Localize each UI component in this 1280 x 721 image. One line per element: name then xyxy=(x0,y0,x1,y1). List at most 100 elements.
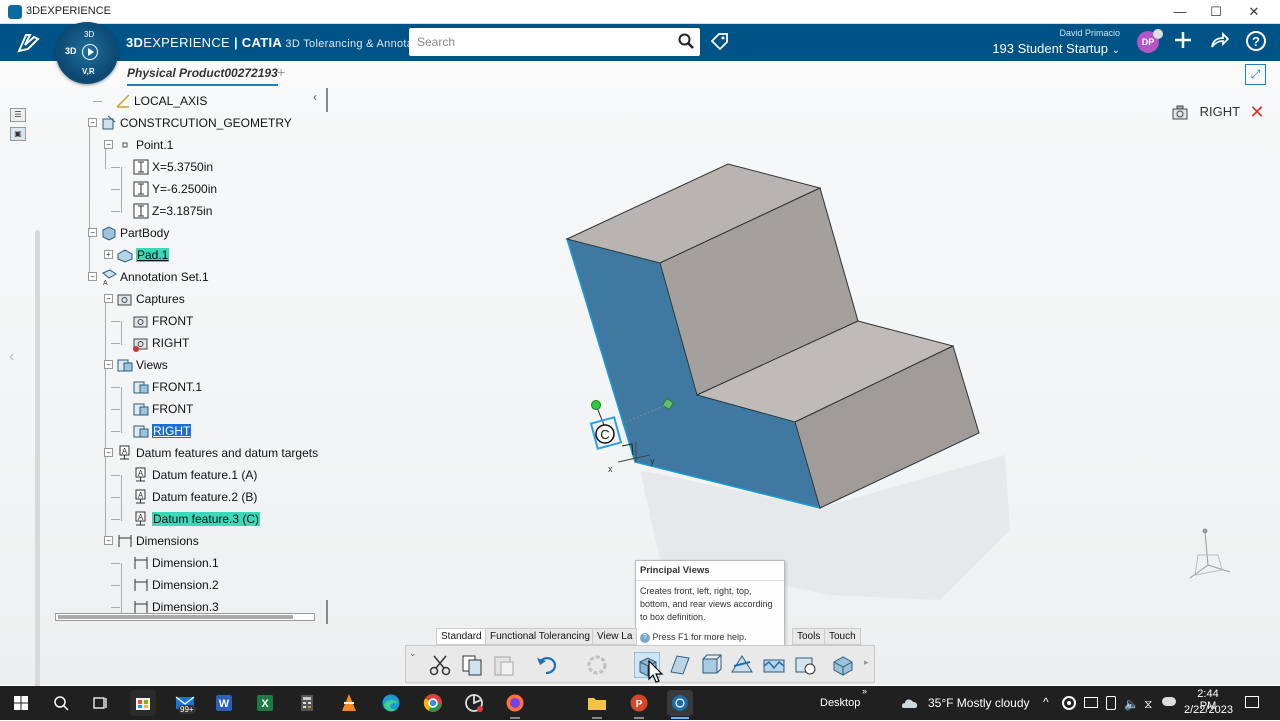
tray-chevron-icon[interactable]: ^ xyxy=(1043,695,1049,709)
action-tab[interactable]: View La xyxy=(592,628,638,645)
battery-icon[interactable] xyxy=(1106,696,1116,710)
paste-icon[interactable] xyxy=(491,652,517,678)
excel-icon[interactable]: X xyxy=(252,690,278,716)
action-tab[interactable]: Standard xyxy=(436,628,487,645)
tree-expand-toggle[interactable]: − xyxy=(88,272,97,281)
firefox-icon[interactable] xyxy=(502,690,528,716)
tab-physical-product[interactable]: Physical Product00272193 xyxy=(127,66,278,86)
help-icon[interactable]: ? xyxy=(1243,30,1269,58)
scrollbar-thumb[interactable] xyxy=(58,615,293,619)
tree-node[interactable]: − Dimensions xyxy=(30,530,330,552)
search-icon[interactable] xyxy=(678,33,694,54)
tree-node[interactable]: − PartBody xyxy=(30,222,330,244)
tree-node[interactable]: RIGHT xyxy=(30,420,330,442)
screen-recorder-icon[interactable] xyxy=(461,690,487,716)
tree-expand-toggle[interactable]: − xyxy=(104,140,113,149)
tree-collapse-icon[interactable]: ‹ xyxy=(313,90,317,104)
tree-node[interactable]: Dimension.1 xyxy=(30,552,330,574)
tree-horizontal-scrollbar[interactable] xyxy=(55,613,315,621)
action-bar-menu-icon[interactable]: ⌄ xyxy=(409,648,417,659)
tree-node[interactable]: A Datum feature.1 (A) xyxy=(30,464,330,486)
display-icon[interactable] xyxy=(1084,697,1098,708)
expand-icon[interactable]: ⤢ xyxy=(1245,64,1266,85)
search-input[interactable]: Search xyxy=(409,28,700,56)
record-status-icon[interactable] xyxy=(1062,696,1076,710)
action-tab[interactable]: Tools xyxy=(792,628,826,645)
search-icon[interactable] xyxy=(48,690,74,716)
capture-view-icon[interactable] xyxy=(793,652,819,678)
weather-text[interactable]: 35°F Mostly cloudy xyxy=(928,696,1030,710)
add-icon[interactable] xyxy=(1170,30,1196,56)
tree-expand-toggle[interactable]: − xyxy=(104,294,113,303)
tree-node[interactable]: LOCAL_AXIS xyxy=(30,90,330,112)
powerpoint-icon[interactable]: P xyxy=(626,690,652,716)
projection-view-icon[interactable] xyxy=(667,652,693,678)
annotation-set-icon[interactable] xyxy=(830,652,856,678)
tree-filter-icon[interactable]: ▣ xyxy=(10,127,26,141)
minimize-button[interactable]: — xyxy=(1160,2,1200,22)
vlc-icon[interactable] xyxy=(336,690,362,716)
tree-node[interactable]: A Datum feature.2 (B) xyxy=(30,486,330,508)
undo-icon[interactable] xyxy=(534,652,560,678)
tree-node[interactable]: − A Annotation Set.1 xyxy=(30,266,330,288)
tree-node[interactable]: − Views xyxy=(30,354,330,376)
cube-view-icon[interactable] xyxy=(698,652,724,678)
task-view-icon[interactable] xyxy=(87,690,113,716)
weather-icon[interactable] xyxy=(898,690,924,716)
chrome-icon[interactable] xyxy=(420,690,446,716)
update-icon[interactable] xyxy=(584,652,610,678)
volume-icon[interactable]: 🔈 xyxy=(1124,697,1139,711)
tree-expand-toggle[interactable]: + xyxy=(104,250,113,259)
aligned-section-icon[interactable] xyxy=(761,652,787,678)
tree-expand-toggle[interactable]: − xyxy=(104,448,113,457)
tree-node[interactable]: X=5.3750in xyxy=(30,156,330,178)
tree-node[interactable]: − Captures xyxy=(30,288,330,310)
network-icon[interactable]: ⧖ xyxy=(1144,697,1152,712)
notifications-icon[interactable] xyxy=(1245,696,1259,708)
action-tab[interactable]: Functional Tolerancing xyxy=(485,628,595,645)
action-tab[interactable]: Touch xyxy=(824,628,861,645)
collapse-left-icon[interactable]: ‹ xyxy=(9,348,14,366)
tree-node[interactable]: FRONT xyxy=(30,398,330,420)
tree-toggle-icon[interactable]: ☰ xyxy=(10,108,26,122)
play-icon[interactable] xyxy=(82,44,98,60)
copy-icon[interactable] xyxy=(459,652,485,678)
tree-expand-toggle[interactable]: − xyxy=(88,228,97,237)
tree-node[interactable]: FRONT xyxy=(30,310,330,332)
file-explorer-icon[interactable] xyxy=(584,690,610,716)
close-capture-icon[interactable]: ✕ xyxy=(1249,102,1264,122)
tree-node[interactable]: − A Datum features and datum targets xyxy=(30,442,330,464)
onedrive-icon[interactable] xyxy=(1162,697,1176,706)
tree-expand-toggle[interactable]: − xyxy=(88,118,97,127)
windows-start-icon[interactable] xyxy=(8,690,34,716)
tree-node[interactable]: − Point.1 xyxy=(30,134,330,156)
add-tab-button[interactable]: + xyxy=(277,64,285,80)
ds-logo-icon[interactable] xyxy=(16,31,44,61)
tree-node[interactable]: Z=3.1875in xyxy=(30,200,330,222)
tree-node[interactable]: RIGHT xyxy=(30,332,330,354)
tree-node[interactable]: Y=-6.2500in xyxy=(30,178,330,200)
store-icon[interactable] xyxy=(130,690,156,716)
compass-widget[interactable]: 3D 3D V,R xyxy=(56,22,118,84)
tree-node[interactable]: A Datum feature.3 (C) xyxy=(30,508,330,530)
word-icon[interactable]: W xyxy=(211,690,237,716)
calculator-icon[interactable] xyxy=(294,690,320,716)
tree-expand-toggle[interactable]: − xyxy=(104,360,113,369)
tree-node[interactable]: − CONSTRCUTION_GEOMETRY xyxy=(30,112,330,134)
tag-icon[interactable] xyxy=(710,32,730,57)
section-view-icon[interactable] xyxy=(729,652,755,678)
collab-space-dropdown[interactable]: 193 Student Startup ⌄ xyxy=(992,41,1120,56)
chevron-icon[interactable]: » xyxy=(862,686,867,696)
3dexperience-taskbar-icon[interactable] xyxy=(667,690,693,716)
desktop-toolbar[interactable]: Desktop xyxy=(820,697,860,709)
tree-node[interactable]: Dimension.2 xyxy=(30,574,330,596)
close-window-button[interactable]: ✕ xyxy=(1234,2,1274,22)
tree-node[interactable]: FRONT.1 xyxy=(30,376,330,398)
maximize-button[interactable]: ☐ xyxy=(1196,2,1236,22)
tree-expand-toggle[interactable]: − xyxy=(104,536,113,545)
more-actions-icon[interactable]: ▸ xyxy=(864,657,869,668)
clock-date[interactable]: 2/22/2023 xyxy=(1184,704,1233,716)
tree-node[interactable]: + Pad.1 xyxy=(30,244,330,266)
share-icon[interactable] xyxy=(1206,30,1232,56)
edge-icon[interactable] xyxy=(378,690,404,716)
